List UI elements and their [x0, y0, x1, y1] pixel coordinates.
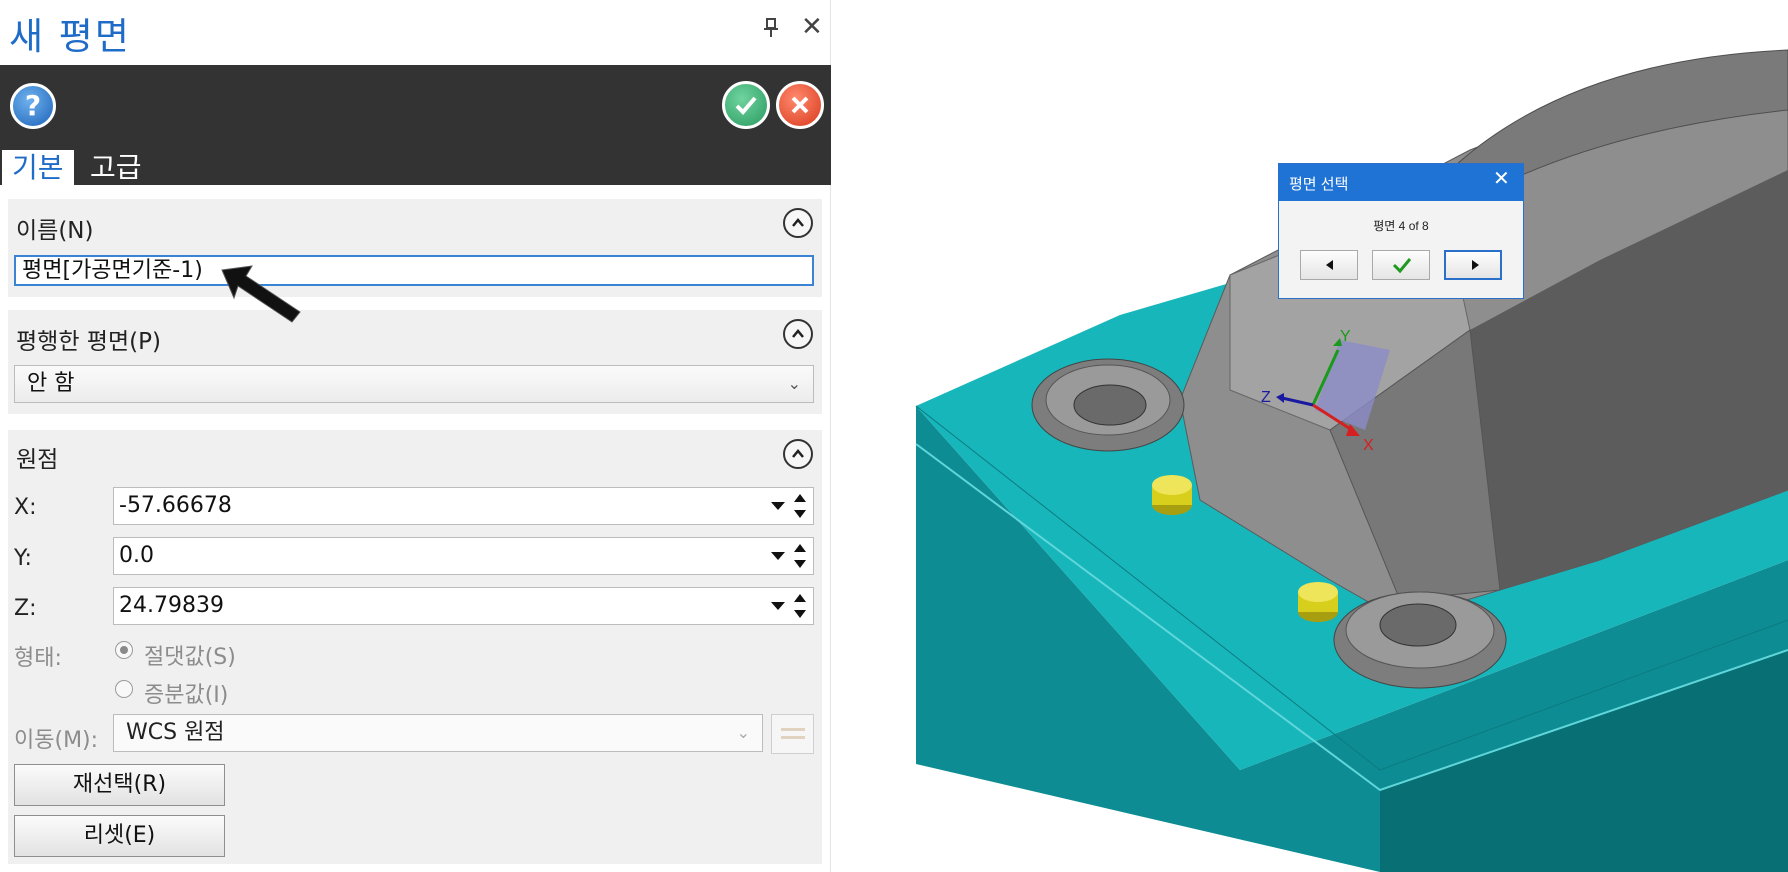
panel-titlebar: 새 평면 ✕ — [0, 0, 831, 65]
absolute-radio-label[interactable]: 절댓값(S) — [144, 639, 236, 671]
parallel-section-title: 평행한 평면(P) — [16, 329, 161, 355]
y-input[interactable]: 0.0 — [113, 537, 814, 575]
z-axis-label: Z — [1261, 389, 1271, 406]
spin-up-icon[interactable] — [794, 494, 806, 502]
plane-select-popup: 평면 선택 ✕ 평면 4 of 8 — [1278, 163, 1524, 299]
dropdown-arrow-icon[interactable] — [771, 502, 785, 510]
radio-selected-dot — [120, 646, 128, 654]
model-scene[interactable]: Y X Z — [831, 0, 1788, 872]
parallel-plane-value: 안 함 — [27, 371, 75, 396]
triangle-right-icon — [1472, 260, 1479, 270]
collapse-name-button[interactable] — [783, 208, 813, 238]
spin-up-icon[interactable] — [794, 594, 806, 602]
check-icon — [735, 96, 757, 115]
z-value: 24.79839 — [119, 593, 224, 618]
panel-title: 새 평면 — [9, 15, 131, 58]
collapse-origin-button[interactable] — [783, 439, 813, 469]
move-value: WCS 원점 — [126, 720, 225, 745]
incremental-radio-label[interactable]: 증분값(I) — [144, 677, 228, 709]
x-value: -57.66678 — [119, 493, 232, 518]
chevron-up-icon — [792, 218, 804, 227]
name-input[interactable]: 평면[가공면기준-1) — [14, 255, 814, 286]
accept-plane-button[interactable] — [1372, 250, 1430, 280]
y-value: 0.0 — [119, 543, 154, 568]
left-ear-hole — [1073, 384, 1147, 426]
move-select[interactable]: WCS 원점 ⌄ — [113, 714, 763, 752]
x-input[interactable]: -57.66678 — [113, 487, 814, 525]
ok-button[interactable] — [722, 81, 770, 129]
y-axis-label: Y — [1340, 328, 1351, 345]
z-label: Z: — [14, 596, 37, 621]
previous-plane-button[interactable] — [1300, 250, 1358, 280]
chevron-down-icon: ⌄ — [787, 374, 801, 393]
close-icon[interactable]: ✕ — [801, 14, 823, 40]
chevron-up-icon — [792, 449, 804, 458]
x-label: X: — [14, 495, 37, 520]
next-plane-button[interactable] — [1444, 250, 1502, 280]
origin-section-title: 원점 — [16, 447, 59, 473]
popup-title: 평면 선택 — [1289, 176, 1349, 193]
popup-header: 평면 선택 ✕ — [1279, 164, 1523, 201]
pin-icon[interactable] — [764, 18, 778, 44]
spin-up-icon[interactable] — [794, 544, 806, 552]
3d-viewport[interactable]: Y X Z — [831, 0, 1788, 872]
incremental-radio[interactable] — [115, 680, 133, 698]
reselect-button[interactable]: 재선택(R) — [14, 764, 225, 806]
dropdown-arrow-icon[interactable] — [771, 602, 785, 610]
panel-toolbar: ? 기본 고급 — [0, 65, 831, 185]
y-label: Y: — [14, 546, 32, 571]
equals-button[interactable] — [771, 714, 814, 754]
form-label: 형태: — [14, 646, 62, 671]
x-axis-label: X — [1363, 437, 1374, 454]
chevron-down-icon: ⌄ — [736, 723, 750, 742]
tab-advanced[interactable]: 고급 — [80, 150, 152, 185]
equals-icon-bar — [781, 728, 805, 731]
move-label: 이동(M): — [14, 728, 99, 753]
plane-count: 평면 4 of 8 — [1373, 219, 1429, 233]
tab-basic[interactable]: 기본 — [2, 150, 74, 185]
spin-down-icon[interactable] — [794, 510, 806, 518]
close-icon[interactable]: ✕ — [1493, 169, 1510, 189]
absolute-radio[interactable] — [115, 641, 133, 659]
pin-right-top — [1298, 582, 1338, 602]
new-plane-panel: 새 평면 ✕ ? 기본 고급 이름(N) 평면[가공면기준-1) 평행한 평면(… — [0, 0, 831, 872]
chevron-up-icon — [792, 329, 804, 338]
cancel-button[interactable] — [776, 81, 824, 129]
right-ear-hole — [1379, 603, 1457, 647]
reset-button[interactable]: 리셋(E) — [14, 815, 225, 857]
z-input[interactable]: 24.79839 — [113, 587, 814, 625]
pin-left-top — [1152, 475, 1192, 495]
help-button[interactable]: ? — [10, 83, 56, 129]
parallel-plane-select[interactable]: 안 함 ⌄ — [14, 365, 814, 403]
annotation-arrow-icon — [221, 265, 301, 323]
name-section-title: 이름(N) — [16, 218, 94, 244]
x-icon — [791, 96, 809, 114]
collapse-parallel-button[interactable] — [783, 319, 813, 349]
triangle-left-icon — [1326, 260, 1333, 270]
equals-icon-bar — [781, 736, 805, 739]
dropdown-arrow-icon[interactable] — [771, 552, 785, 560]
spin-down-icon[interactable] — [794, 610, 806, 618]
spin-down-icon[interactable] — [794, 560, 806, 568]
check-icon — [1392, 258, 1412, 274]
